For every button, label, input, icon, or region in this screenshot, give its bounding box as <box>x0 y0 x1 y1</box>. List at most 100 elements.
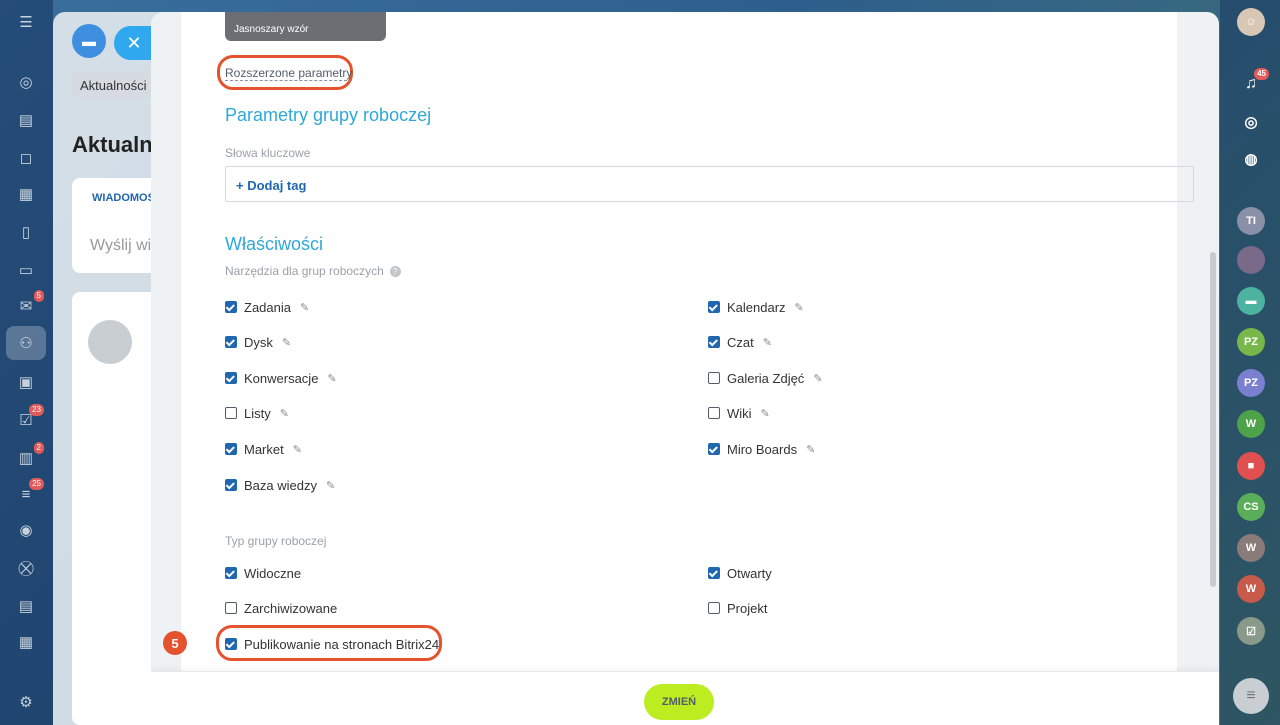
drive-icon[interactable]: ▭ <box>14 258 38 282</box>
pencil-icon[interactable]: ✎ <box>813 372 822 385</box>
checkbox[interactable] <box>708 567 720 579</box>
edit-icon[interactable]: ☑ <box>1237 617 1265 645</box>
avatar <box>88 320 132 364</box>
checkbox[interactable] <box>225 638 237 650</box>
checkbox[interactable] <box>225 567 237 579</box>
calendar2-badge: 2 <box>33 442 44 454</box>
chat-avatar-pz[interactable]: PZ <box>1237 328 1265 356</box>
advanced-parameters-link[interactable]: Rozszerzone parametry <box>225 66 353 81</box>
group-params-title: Parametry grupy roboczej <box>225 105 432 125</box>
pencil-icon[interactable]: ✎ <box>300 301 309 314</box>
checkbox[interactable] <box>225 479 237 491</box>
calendar-icon[interactable]: ▦ <box>14 182 38 206</box>
search-chat-icon[interactable]: ◍ <box>1237 145 1265 173</box>
left-sidebar: ☰ ◎ ▤ ◻ ▦ ▯ ▭ ✉ 5 ⚇ ▣ ☑ 23 ▥ 2 ≡ 25 ◉ ⛒ ▤ ▦ … <box>0 0 53 725</box>
type-archived[interactable]: Zarchiwizowane <box>225 599 337 617</box>
chat-avatar-cs[interactable]: CS <box>1237 493 1265 521</box>
chat-avatar-image[interactable] <box>1237 246 1265 274</box>
checkbox[interactable] <box>225 336 237 348</box>
tags-input[interactable]: + Dodaj tag <box>225 166 1194 202</box>
video-call-icon[interactable]: ■ <box>1237 452 1265 480</box>
checkbox[interactable] <box>708 372 720 384</box>
contacts-icon[interactable]: ▣ <box>14 370 38 394</box>
tool-market[interactable]: Market ✎ <box>225 440 302 458</box>
tool-tasks[interactable]: Zadania ✎ <box>225 298 309 316</box>
chat-avatar-w-2[interactable]: W <box>1237 534 1265 562</box>
pencil-icon[interactable]: ✎ <box>795 301 804 314</box>
add-tag-button[interactable]: + Dodaj tag <box>236 178 306 193</box>
step-number-badge: 5 <box>163 631 187 655</box>
tools-label: Narzędzia dla grup roboczych? <box>225 264 401 278</box>
chat-avatar-ti[interactable]: TI <box>1237 207 1265 235</box>
user-avatar[interactable]: ☺ <box>1237 8 1265 36</box>
checkbox[interactable] <box>708 443 720 455</box>
type-open[interactable]: Otwarty <box>708 564 772 582</box>
modal-footer: ZMIEŃ <box>151 671 1219 725</box>
scrollbar[interactable] <box>1210 252 1216 587</box>
checkbox[interactable] <box>225 602 237 614</box>
mail-icon[interactable]: ✉ 5 <box>14 290 44 318</box>
checkbox[interactable] <box>708 301 720 313</box>
calendar2-icon[interactable]: ▥ 2 <box>14 442 44 470</box>
pencil-icon[interactable]: ✎ <box>326 479 335 492</box>
folder-icon[interactable]: ▬ <box>72 24 106 58</box>
pencil-icon[interactable]: ✎ <box>280 407 289 420</box>
checkbox[interactable] <box>225 301 237 313</box>
checkbox[interactable] <box>225 372 237 384</box>
tasks-badge: 23 <box>29 404 44 416</box>
preset-theme-card[interactable]: Jasnoszary wzór <box>225 12 386 41</box>
tool-miro-boards[interactable]: Miro Boards ✎ <box>708 440 815 458</box>
pulse-icon[interactable]: ◎ <box>14 70 38 94</box>
chat-icon[interactable]: ◻ <box>14 146 38 170</box>
chat-avatar-w[interactable]: W <box>1237 410 1265 438</box>
close-slider-button[interactable]: ✕ <box>114 26 154 60</box>
background-tab[interactable]: Aktualności <box>72 72 162 98</box>
bell-icon[interactable]: ♫ 45 <box>1237 68 1269 98</box>
menu-icon[interactable]: ☰ <box>14 10 38 34</box>
checkbox[interactable] <box>708 336 720 348</box>
tool-knowledge-base[interactable]: Baza wiedzy ✎ <box>225 476 335 494</box>
mail-badge: 5 <box>33 290 44 302</box>
checkbox[interactable] <box>708 602 720 614</box>
checkbox[interactable] <box>708 407 720 419</box>
tool-chat[interactable]: Czat ✎ <box>708 333 772 351</box>
pencil-icon[interactable]: ✎ <box>763 336 772 349</box>
pencil-icon[interactable]: ✎ <box>761 407 770 420</box>
checkbox[interactable] <box>225 443 237 455</box>
funnel-icon[interactable]: ≡ 25 <box>14 478 44 506</box>
pencil-icon[interactable]: ✎ <box>282 336 291 349</box>
chat-avatar-pz-2[interactable]: PZ <box>1237 369 1265 397</box>
target-icon[interactable]: ◉ <box>14 518 38 542</box>
properties-title: Właściwości <box>225 234 324 254</box>
chat-avatar-w-3[interactable]: W <box>1237 575 1265 603</box>
chat-avatar-message[interactable]: ▬ <box>1237 287 1265 315</box>
pencil-icon[interactable]: ✎ <box>327 372 336 385</box>
tool-lists[interactable]: Listy ✎ <box>225 404 289 422</box>
pencil-icon[interactable]: ✎ <box>293 443 302 456</box>
save-button[interactable]: ZMIEŃ <box>644 684 714 720</box>
store-icon[interactable]: ▤ <box>14 594 38 618</box>
feed-icon[interactable]: ▤ <box>14 108 38 132</box>
document-icon[interactable]: ▯ <box>14 220 38 244</box>
target-icon[interactable]: ◎ <box>1237 108 1265 136</box>
tool-calendar[interactable]: Kalendarz ✎ <box>708 298 804 316</box>
type-visible[interactable]: Widoczne <box>225 564 301 582</box>
type-publish-bitrix24[interactable]: Publikowanie na stronach Bitrix24 <box>225 635 439 653</box>
background-card-placeholder[interactable]: Wyślij wiadomość <box>90 237 152 255</box>
tasks-icon[interactable]: ☑ 23 <box>14 404 44 432</box>
checkbox[interactable] <box>225 407 237 419</box>
tool-photo-gallery[interactable]: Galeria Zdjęć ✎ <box>708 369 823 387</box>
type-project[interactable]: Projekt <box>708 599 767 617</box>
settings-icon[interactable]: ⚙ <box>14 690 38 714</box>
help-icon[interactable]: ? <box>389 266 401 277</box>
workgroup-settings-slider: Jasnoszary wzór Rozszerzone parametry Pa… <box>151 12 1219 725</box>
background-card-tab[interactable]: WIADOMOŚĆ <box>92 192 152 204</box>
pencil-icon[interactable]: ✎ <box>806 443 815 456</box>
workgroups-icon[interactable]: ⚇ <box>6 326 46 360</box>
tool-drive[interactable]: Dysk ✎ <box>225 333 291 351</box>
schedule-icon[interactable]: ▦ <box>14 630 38 654</box>
tool-conversations[interactable]: Konwersacje ✎ <box>225 369 337 387</box>
cart-icon[interactable]: ⛒ <box>14 556 38 580</box>
tool-wiki[interactable]: Wiki ✎ <box>708 404 770 422</box>
menu-round-button[interactable]: ≡ <box>1233 678 1269 714</box>
